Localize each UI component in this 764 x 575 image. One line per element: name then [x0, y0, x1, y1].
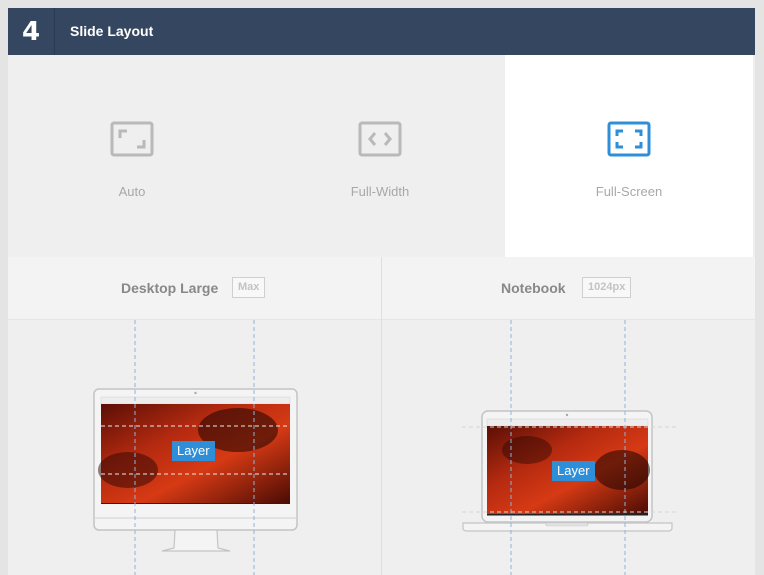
desktop-preview: Layer — [8, 320, 381, 575]
layout-option-full-screen[interactable]: Full-Screen — [505, 55, 753, 257]
layout-option-auto[interactable]: Auto — [8, 55, 256, 257]
full-width-icon — [358, 121, 402, 157]
section-header: 4 Slide Layout — [8, 8, 755, 55]
layout-option-full-width[interactable]: Full-Width — [256, 55, 504, 257]
device-name: Notebook — [501, 280, 566, 296]
step-number: 4 — [8, 8, 55, 55]
device-header-desktop-large[interactable]: Desktop Large Max — [8, 257, 381, 320]
section-title: Slide Layout — [70, 23, 154, 39]
device-name: Desktop Large — [121, 280, 219, 296]
device-header-notebook[interactable]: Notebook 1024px — [382, 257, 755, 320]
laptop-icon — [462, 320, 678, 575]
layer-tag[interactable]: Layer — [552, 461, 595, 481]
layout-option-label: Full-Width — [350, 184, 410, 199]
slide-layout-panel: 4 Slide Layout Auto Full-Width Full-Scre… — [8, 8, 755, 575]
layout-option-label: Full-Screen — [595, 184, 663, 199]
device-size-badge: 1024px — [582, 277, 632, 298]
notebook-preview: Layer — [382, 320, 755, 575]
device-size-badge: Max — [232, 277, 266, 298]
layer-tag[interactable]: Layer — [172, 441, 215, 461]
full-screen-icon — [607, 121, 651, 157]
layout-option-label: Auto — [118, 184, 146, 199]
auto-layout-icon — [110, 121, 154, 157]
